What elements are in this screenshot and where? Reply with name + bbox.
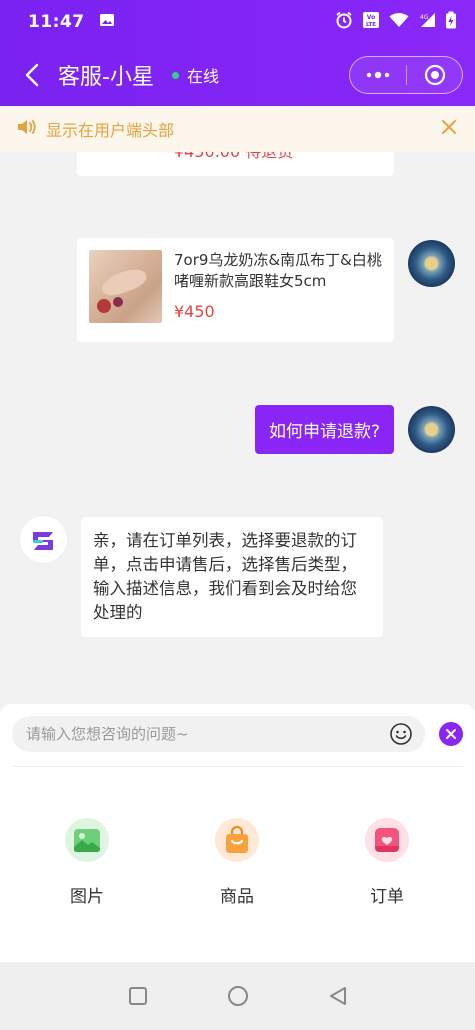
signal-icon: 4G <box>418 12 436 33</box>
more-button[interactable] <box>350 57 406 93</box>
tool-order-button[interactable]: 订单 <box>312 818 462 907</box>
image-icon <box>65 818 109 862</box>
emoji-icon <box>390 723 412 745</box>
alarm-icon <box>335 11 353 34</box>
status-bar: 11:47 Vo LTE 4G <box>0 0 475 44</box>
home-button[interactable] <box>226 984 250 1008</box>
mini-program-capsule <box>349 56 463 94</box>
tool-product-label: 商品 <box>220 887 254 907</box>
back-button[interactable] <box>18 61 46 89</box>
tool-grid: 图片 商品 订单 <box>0 818 475 907</box>
target-circle-icon <box>424 64 445 86</box>
tool-product-button[interactable]: 商品 <box>162 818 312 907</box>
svg-text:Vo: Vo <box>367 14 375 21</box>
notice-close-button[interactable] <box>441 119 457 139</box>
system-navigation-bar <box>0 962 475 1030</box>
nav-bar: 客服-小星 在线 <box>0 44 475 106</box>
triangle-back-icon <box>329 987 346 1005</box>
square-icon <box>128 987 147 1005</box>
close-panel-button[interactable] <box>439 722 463 746</box>
product-card[interactable]: 7or9乌龙奶冻&南瓜布丁&白桃啫喱新款高跟鞋女5cm ¥450 <box>77 238 394 342</box>
notice-bar: 显示在用户端头部 <box>0 106 475 152</box>
volte-icon: Vo LTE <box>362 11 380 34</box>
recent-apps-button[interactable] <box>126 984 150 1008</box>
tool-order-label: 订单 <box>370 887 404 907</box>
battery-icon <box>445 11 457 34</box>
order-icon <box>365 818 409 862</box>
tool-image-button[interactable]: 图片 <box>12 818 162 907</box>
user-avatar[interactable] <box>408 240 455 287</box>
bot-message-bubble: 亲，请在订单列表，选择要退款的订单，点击申请售后，选择售后类型，输入描述信息，我… <box>81 517 383 637</box>
message-input[interactable] <box>12 716 425 752</box>
gallery-notification-icon <box>99 12 115 33</box>
more-dots-icon <box>366 71 390 79</box>
chevron-left-icon <box>25 63 39 87</box>
svg-text:4G: 4G <box>420 14 429 21</box>
close-mini-program-button[interactable] <box>407 57 462 93</box>
svg-text:LTE: LTE <box>366 22 376 28</box>
back-system-button[interactable] <box>326 984 350 1008</box>
product-image <box>89 250 162 323</box>
circle-icon <box>227 986 248 1006</box>
online-status-text: 在线 <box>186 67 219 86</box>
emoji-button[interactable] <box>389 722 413 750</box>
app-header: 11:47 Vo LTE 4G 客服-小星 在线 <box>0 0 475 106</box>
user-message-bubble: 如何申请退款? <box>254 405 394 454</box>
notice-text: 显示在用户端头部 <box>46 121 175 140</box>
status-time: 11:47 <box>28 12 85 32</box>
user-avatar[interactable] <box>408 406 455 453</box>
input-panel: 图片 商品 订单 <box>0 704 475 962</box>
close-icon <box>442 120 456 134</box>
page-title: 客服-小星 <box>58 65 154 90</box>
speaker-icon <box>16 118 36 140</box>
wifi-icon <box>389 12 409 33</box>
bot-avatar[interactable] <box>20 516 67 563</box>
product-price: ¥450 <box>174 302 215 321</box>
online-status-dot <box>171 71 179 79</box>
shopping-bag-icon <box>215 818 259 862</box>
product-name: 7or9乌龙奶冻&南瓜布丁&白桃啫喱新款高跟鞋女5cm <box>174 251 382 290</box>
panel-divider <box>12 766 463 767</box>
close-icon <box>446 729 456 739</box>
chat-message-list[interactable]: ¥450.00 待退货 7or9乌龙奶冻&南瓜布丁&白桃啫喱新款高跟鞋女5cm … <box>0 106 475 704</box>
tool-image-label: 图片 <box>70 887 104 907</box>
service-logo-icon <box>32 531 53 550</box>
